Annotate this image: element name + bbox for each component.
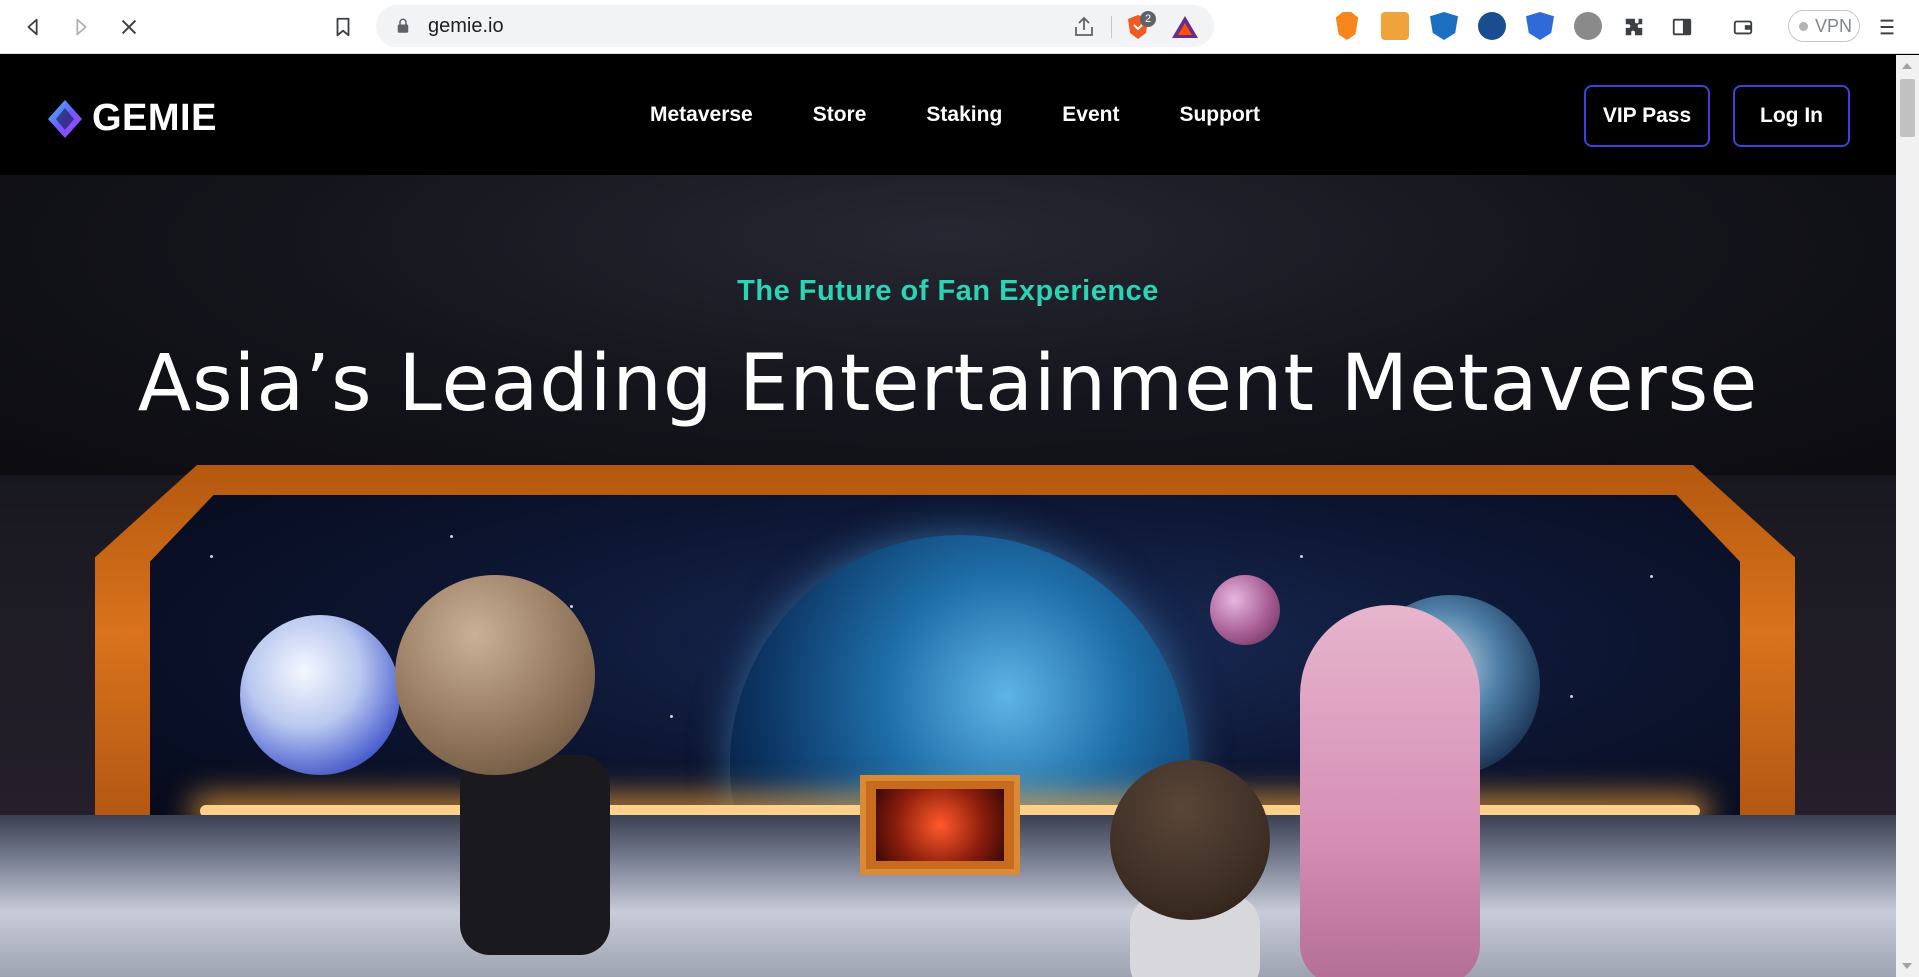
omnibox-separator — [1111, 16, 1112, 38]
forward-icon — [76, 18, 87, 36]
star — [1650, 575, 1653, 578]
main-nav: Metaverse Store Staking Event Support — [650, 103, 1320, 127]
nav-staking[interactable]: Staking — [926, 103, 1002, 127]
extension-icon — [1625, 18, 1643, 36]
star — [570, 605, 573, 608]
star — [450, 535, 453, 538]
scrollbar-thumb[interactable] — [1900, 79, 1915, 137]
lock-icon — [397, 18, 409, 33]
nav-support[interactable]: Support — [1179, 103, 1259, 127]
blue-planet — [240, 615, 400, 775]
browser-menu-button[interactable] — [1870, 10, 1904, 44]
url-text[interactable]: gemie.io — [428, 5, 504, 47]
extension-orange-icon[interactable] — [1381, 12, 1409, 40]
back-icon — [27, 18, 38, 36]
web-page: GEMIE Metaverse Store Staking Event Supp… — [0, 55, 1896, 977]
bookmark-icon — [336, 17, 350, 37]
logo-text: GEMIE — [92, 97, 217, 139]
shield-count-badge: 2 — [1140, 11, 1156, 27]
pink-moon — [1210, 575, 1280, 645]
bat-rewards-icon[interactable] — [1170, 13, 1200, 41]
console-monitor — [860, 775, 1020, 875]
avatar-boy-head — [395, 575, 595, 775]
login-button[interactable]: Log In — [1733, 85, 1850, 147]
gem-logo-icon — [48, 99, 82, 138]
extension-shield-v-icon[interactable] — [1430, 12, 1458, 40]
hero-tagline: The Future of Fan Experience — [737, 275, 1159, 307]
star — [210, 555, 213, 558]
extension-v-circle-icon[interactable] — [1478, 12, 1506, 40]
back-button[interactable] — [16, 10, 50, 44]
extension-bug-icon[interactable] — [1574, 12, 1602, 40]
hero-section: The Future of Fan Experience Asia’s Lead… — [0, 175, 1896, 977]
star — [670, 715, 673, 718]
wallet-button[interactable] — [1726, 10, 1760, 44]
star — [1300, 555, 1303, 558]
stop-loading-icon — [121, 19, 137, 35]
vip-pass-button[interactable]: VIP Pass — [1584, 85, 1710, 147]
site-header: GEMIE Metaverse Store Staking Event Supp… — [0, 55, 1896, 175]
site-logo[interactable]: GEMIE — [44, 97, 217, 140]
browser-toolbar: gemie.io 2 VPN — [0, 0, 1919, 54]
stop-button[interactable] — [112, 10, 146, 44]
forward-button[interactable] — [64, 10, 98, 44]
menu-icon — [1880, 19, 1894, 35]
avatar-boy-body — [460, 755, 610, 955]
hero-ceiling-backdrop — [0, 175, 1896, 475]
brave-shield-button[interactable]: 2 — [1124, 11, 1156, 41]
scroll-down-arrow[interactable] — [1902, 963, 1912, 969]
star — [1570, 695, 1573, 698]
scroll-up-arrow[interactable] — [1902, 63, 1912, 69]
avatar-girl — [1300, 605, 1480, 977]
sidebar-button[interactable] — [1665, 10, 1699, 44]
share-icon[interactable] — [1072, 15, 1096, 39]
wallet-icon — [1733, 20, 1753, 35]
nav-store[interactable]: Store — [813, 103, 867, 127]
metamask-icon[interactable] — [1335, 12, 1359, 40]
hero-headline: Asia’s Leading Entertainment Metaverse — [137, 339, 1759, 429]
extension-blue-shield-icon[interactable] — [1526, 12, 1554, 40]
nav-event[interactable]: Event — [1062, 103, 1119, 127]
bookmark-button[interactable] — [326, 10, 360, 44]
sidebar-icon — [1672, 18, 1692, 36]
extensions-button[interactable] — [1617, 10, 1651, 44]
address-bar[interactable]: gemie.io 2 — [376, 5, 1214, 47]
page-scrollbar[interactable] — [1896, 55, 1919, 977]
avatar-kid-head — [1110, 760, 1270, 920]
nav-metaverse[interactable]: Metaverse — [650, 103, 753, 127]
vpn-button[interactable]: VPN — [1788, 10, 1860, 42]
